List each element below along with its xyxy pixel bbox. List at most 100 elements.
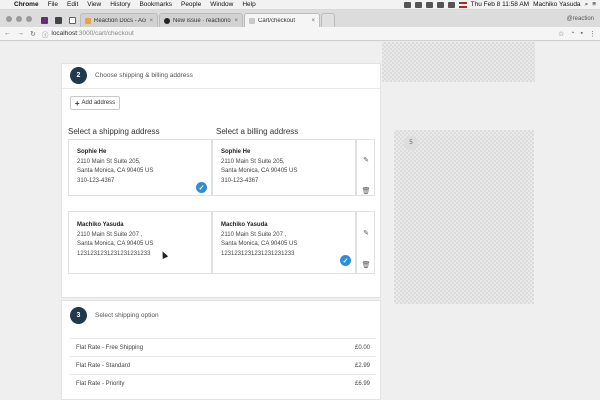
pinned-tab[interactable] [52,14,64,27]
url-host: localhost [51,30,78,37]
step-number-badge: 2 [70,67,87,84]
gmail-icon [68,17,76,24]
shipping-option-row[interactable]: Flat Rate - Standard £2.99 [70,356,376,374]
billing-address-option[interactable]: Machiko Yasuda 2110 Main St Suite 207 , … [212,211,356,274]
address-block: Machiko Yasuda 2110 Main St Suite 207 , … [221,221,297,259]
menu-history[interactable]: History [110,1,130,8]
forward-icon[interactable]: → [17,30,24,37]
menubar-user[interactable]: Machiko Yasuda [533,1,580,8]
address-line2: Santa Monica, CA 90405 US [77,168,154,174]
address-line1: 2110 Main St Suite 205, [77,158,141,165]
url-path: :3000/cart/checkout [77,30,134,37]
shipping-option-label: Flat Rate - Priority [76,380,125,387]
reload-icon[interactable]: ↻ [30,30,36,38]
zoom-window-button[interactable] [26,15,32,22]
battery-icon[interactable] [447,1,455,8]
address-line2: Santa Monica, CA 90405 US [221,168,298,174]
order-summary-placeholder [394,130,534,304]
minimize-window-button[interactable] [16,15,22,22]
volume-icon[interactable] [436,1,444,8]
input-source-flag-icon[interactable] [458,1,467,8]
more-menu-icon[interactable]: ⋮ [589,30,596,38]
extension-icon[interactable]: ▪ [581,30,583,38]
step-number-badge: 5 [404,136,418,150]
address-block: Machiko Yasuda 2110 Main St Suite 207 , … [77,221,153,259]
edit-pencil-icon[interactable]: ✎ [362,156,370,164]
shipping-option-row[interactable]: Flat Rate - Priority £6.99 [70,374,376,392]
tab-cart-checkout[interactable]: Cart/checkout × [244,13,320,27]
extension-icon[interactable]: ◔ [570,30,574,38]
shipping-option-label: Flat Rate - Free Shipping [76,344,144,351]
menu-file[interactable]: File [48,1,58,8]
shipping-address-option[interactable]: Machiko Yasuda 2110 Main St Suite 207 , … [68,211,212,274]
tab-title: Reaction Docs - Acceptance [94,17,146,24]
address-line2: Santa Monica, CA 90405 US [77,241,154,247]
page-favicon [249,17,255,24]
shipping-option-price: £2.99 [354,362,370,369]
search-icon[interactable]: ⌕ [585,1,589,9]
pinned-tab[interactable] [38,14,50,27]
close-tab-icon[interactable]: × [234,18,238,24]
shipping-address-option[interactable]: Sophie He 2110 Main St Suite 205, Santa … [68,139,212,196]
trash-icon[interactable]: 🗑 [362,187,371,195]
browser-tab-strip: Reaction Docs - Acceptance × New issue ·… [0,10,600,27]
step-title: Select shipping option [95,312,159,319]
page-info-icon[interactable]: ⓘ [42,29,49,39]
new-tab-button[interactable] [321,13,335,27]
menu-app-name[interactable]: Chrome [14,1,39,8]
pinned-tab-icon [40,17,48,24]
address-line1: 2110 Main St Suite 207 , [221,231,287,238]
wifi-icon[interactable] [425,1,433,8]
shipping-option-label: Flat Rate - Standard [76,362,131,369]
edit-pencil-icon[interactable]: ✎ [362,229,370,237]
back-icon[interactable]: ← [4,30,11,37]
browser-toolbar: ← → ↻ ⓘ localhost:3000/cart/checkout ☆ ◔… [0,27,600,41]
address-phone: 1231231231231231231233 [221,250,295,257]
address-line1: 2110 Main St Suite 205, [221,158,285,165]
close-window-button[interactable] [6,15,12,22]
github-icon [164,17,170,24]
address-name: Sophie He [77,149,107,155]
menubar-clock[interactable]: Thu Feb 8 11:58 AM [471,1,529,8]
address-phone: 310-123-4367 [77,177,115,184]
window-controls [0,10,38,27]
shipping-option-row[interactable]: Flat Rate - Free Shipping £0.00 [70,338,376,356]
menu-window[interactable]: Window [210,1,233,8]
menu-view[interactable]: View [87,1,101,8]
address-name: Machiko Yasuda [221,222,268,228]
tab-reaction-docs[interactable]: Reaction Docs - Acceptance × [80,13,158,27]
menu-edit[interactable]: Edit [67,1,78,8]
reaction-docs-favicon [85,17,91,24]
address-bar[interactable]: ⓘ localhost:3000/cart/checkout [42,29,134,39]
address-phone: 1231231231231231231233 [77,250,151,257]
add-address-button[interactable]: + Add address [70,96,120,110]
shipping-address-heading: Select a shipping address [68,127,160,136]
shipping-option-price: £0.00 [354,344,370,351]
profile-label[interactable]: @reaction [567,16,600,22]
pinned-tab[interactable] [66,14,78,27]
add-address-label: Add address [81,100,116,106]
menu-people[interactable]: People [181,1,201,8]
menu-bookmarks[interactable]: Bookmarks [139,1,172,8]
tab-new-issue[interactable]: New issue · reactioncommerce × [159,13,243,27]
close-tab-icon[interactable]: × [311,18,315,24]
trash-icon[interactable]: 🗑 [362,261,371,269]
shipping-option-price: £6.99 [354,380,370,387]
close-tab-icon[interactable]: × [149,18,153,24]
placeholder-panel [382,42,535,82]
plus-icon: + [74,98,80,108]
step-number-badge: 3 [70,307,87,324]
bookmark-star-icon[interactable]: ☆ [558,30,564,38]
address-name: Machiko Yasuda [77,222,124,228]
tray-app-icon[interactable] [403,1,411,8]
menu-list-icon[interactable]: ≡ [592,1,596,8]
tray-app-icon[interactable] [414,1,422,8]
divider [62,88,380,89]
address-name: Sophie He [221,149,251,155]
tab-title: Cart/checkout [258,17,296,24]
address-step-header: 2 Choose shipping & billing address [70,67,193,84]
shipping-step-header: 3 Select shipping option [70,307,159,324]
menu-help[interactable]: Help [242,1,255,8]
billing-address-option[interactable]: Sophie He 2110 Main St Suite 205, Santa … [212,139,356,196]
pinned-tab-icon [54,17,62,24]
